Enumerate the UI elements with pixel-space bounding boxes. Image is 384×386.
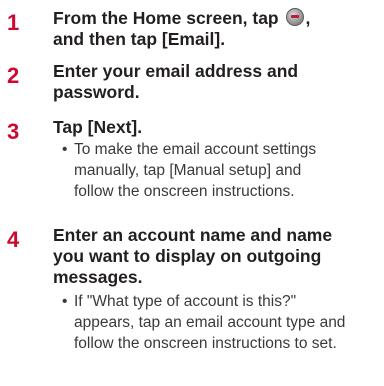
step-number: 4 [7, 227, 20, 252]
step-number: 3 [7, 119, 20, 144]
step-heading-text: and then tap [Email]. [53, 29, 226, 49]
step-heading-text: From the Home screen, tap [53, 8, 279, 28]
step-heading-text: Enter an account name and name [53, 225, 333, 245]
note-line: follow the onscreen instructions. [74, 183, 295, 200]
step-heading: Enter your email address and password. [53, 61, 379, 103]
step-heading-comma: , [305, 8, 311, 28]
step-note: • To make the email account settings man… [62, 139, 380, 202]
step-heading-text: password. [53, 82, 140, 102]
step-heading: Tap [Next]. [53, 117, 143, 137]
note-line: manually, tap [Manual setup] and [74, 162, 302, 179]
step-note-text: If "What type of account is this?" appea… [62, 291, 380, 354]
step-heading-text: Enter your email address and [53, 61, 299, 81]
step-number: 1 [7, 10, 20, 35]
note-line: To make the email account settings [74, 141, 317, 158]
step-heading-text: messages. [53, 267, 143, 287]
note-line: appears, tap an email account type and [74, 314, 346, 331]
step-heading: From the Home screen, tap , and then tap… [53, 8, 379, 50]
step-note-text: To make the email account settings manua… [62, 139, 380, 202]
note-line: follow the onscreen instructions to set. [74, 335, 337, 352]
step-heading-text: you want to display on outgoing [53, 246, 322, 266]
note-line: If "What type of account is this?" [74, 293, 297, 310]
step-heading: Enter an account name and name you want … [53, 225, 379, 288]
step-note: • If "What type of account is this?" app… [62, 291, 380, 354]
step-number: 2 [7, 63, 20, 88]
bullet-marker: • [62, 141, 68, 158]
bullet-marker: • [62, 293, 68, 310]
apps-icon [285, 8, 304, 26]
